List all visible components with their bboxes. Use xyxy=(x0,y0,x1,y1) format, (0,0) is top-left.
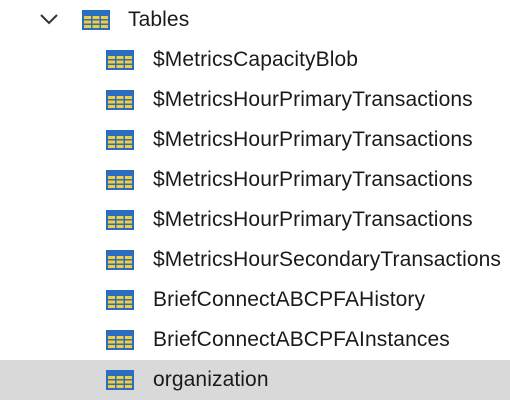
table-item-label: $MetricsCapacityBlob xyxy=(153,48,359,71)
chevron-down-icon[interactable] xyxy=(38,8,60,30)
table-item[interactable]: BriefConnectABCPFAHistory xyxy=(0,280,510,320)
table-item[interactable]: $MetricsHourPrimaryTransactions xyxy=(0,120,510,160)
table-icon xyxy=(106,370,134,390)
table-item-label: BriefConnectABCPFAHistory xyxy=(153,288,426,311)
table-icon xyxy=(106,330,134,350)
table-item-label: $MetricsHourSecondaryTransactions xyxy=(153,248,501,271)
table-item-label: $MetricsHourPrimaryTransactions xyxy=(153,128,473,151)
table-icon xyxy=(106,50,134,70)
table-item[interactable]: $MetricsHourPrimaryTransactions xyxy=(0,200,510,240)
table-icon xyxy=(106,130,134,150)
table-icon xyxy=(106,90,134,110)
table-item[interactable]: $MetricsHourSecondaryTransactions xyxy=(0,240,510,280)
tree-node-label: Tables xyxy=(128,8,190,31)
table-item[interactable]: $MetricsCapacityBlob xyxy=(0,40,510,80)
table-icon xyxy=(106,210,134,230)
table-item-label: $MetricsHourPrimaryTransactions xyxy=(153,208,473,231)
table-tree: Tables $MetricsCapacityBlob $MetricsHour… xyxy=(0,0,510,400)
table-item-label: $MetricsHourPrimaryTransactions xyxy=(153,168,473,191)
table-item[interactable]: $MetricsHourPrimaryTransactions xyxy=(0,80,510,120)
table-icon xyxy=(106,290,134,310)
table-item-selected[interactable]: organization xyxy=(0,360,510,400)
tree-node-tables[interactable]: Tables xyxy=(0,0,510,40)
table-item[interactable]: BriefConnectABCPFAInstances xyxy=(0,320,510,360)
table-item[interactable]: $MetricsHourPrimaryTransactions xyxy=(0,160,510,200)
table-item-label: BriefConnectABCPFAInstances xyxy=(153,328,450,351)
table-icon xyxy=(106,250,134,270)
table-icon xyxy=(82,10,110,30)
table-icon xyxy=(106,170,134,190)
table-item-label: organization xyxy=(153,368,269,391)
table-item-label: $MetricsHourPrimaryTransactions xyxy=(153,88,473,111)
